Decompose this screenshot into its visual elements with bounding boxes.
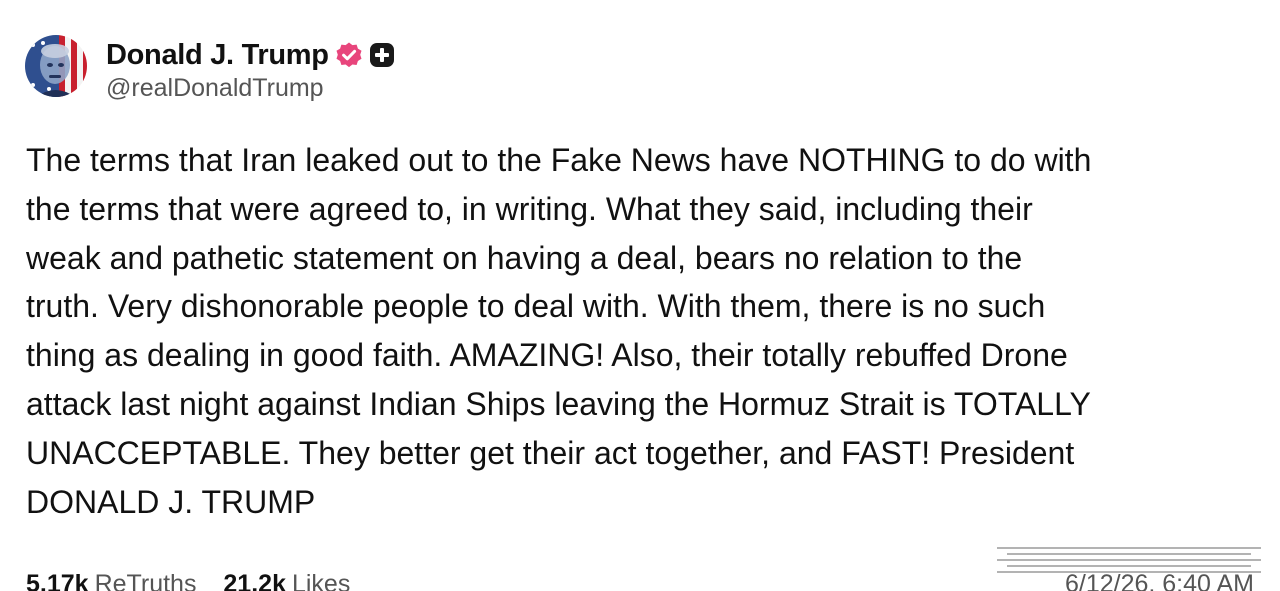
post-stats: 5.17k ReTruths 21.2k Likes xyxy=(26,570,350,591)
portrait-flag-avatar-icon xyxy=(25,35,87,97)
post-card: Donald J. Trump @realDonaldTrump The ter… xyxy=(0,0,1280,591)
retruths-stat[interactable]: 5.17k ReTruths xyxy=(26,570,196,591)
likes-count: 21.2k xyxy=(223,570,286,591)
author-handle[interactable]: @realDonaldTrump xyxy=(106,74,324,103)
likes-stat[interactable]: 21.2k Likes xyxy=(223,570,350,591)
author-avatar[interactable] xyxy=(25,35,87,97)
verified-check-icon xyxy=(335,41,363,69)
author-display-name[interactable]: Donald J. Trump xyxy=(106,39,329,72)
retruths-label: ReTruths xyxy=(94,570,197,591)
author-name-row: Donald J. Trump xyxy=(106,37,395,73)
likes-label: Likes xyxy=(291,570,351,591)
retruths-count: 5.17k xyxy=(26,570,89,591)
post-body-text: The terms that Iran leaked out to the Fa… xyxy=(26,142,1092,520)
plus-badge-icon xyxy=(369,42,395,68)
watermark-lines-icon xyxy=(995,544,1263,576)
